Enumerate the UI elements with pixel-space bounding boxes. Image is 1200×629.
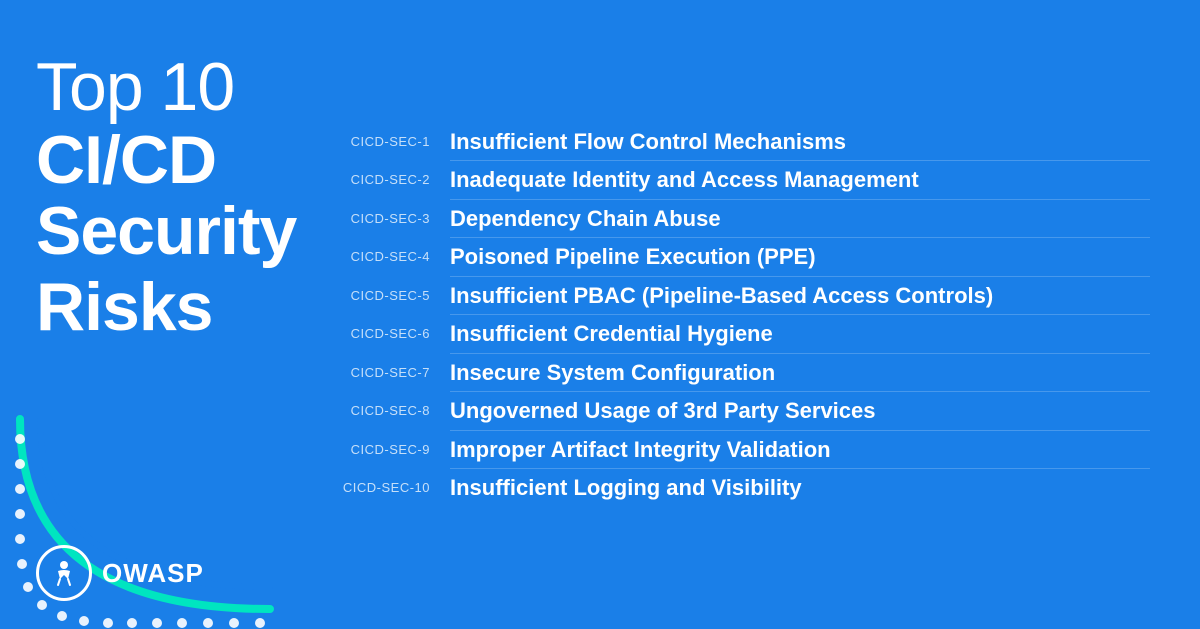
right-panel: CICD-SEC-1 Insufficient Flow Control Mech… xyxy=(310,0,1200,629)
risk-name: Ungoverned Usage of 3rd Party Services xyxy=(450,397,876,425)
risk-name: Insufficient Logging and Visibility xyxy=(450,474,802,502)
risk-item: CICD-SEC-8 Ungoverned Usage of 3rd Party … xyxy=(330,392,1150,430)
risk-code: CICD-SEC-10 xyxy=(330,480,430,495)
risk-name: Dependency Chain Abuse xyxy=(450,205,721,233)
risk-code: CICD-SEC-4 xyxy=(330,249,430,264)
risk-name: Poisoned Pipeline Execution (PPE) xyxy=(450,243,816,271)
risk-name: Insufficient Credential Hygiene xyxy=(450,320,773,348)
risk-code: CICD-SEC-6 xyxy=(330,326,430,341)
risk-item: CICD-SEC-1 Insufficient Flow Control Mech… xyxy=(330,123,1150,161)
risk-code: CICD-SEC-2 xyxy=(330,172,430,187)
main-container: Top 10 CI/CD Security Risks xyxy=(0,0,1200,629)
risk-name: Insufficient PBAC (Pipeline-Based Access… xyxy=(450,282,993,310)
left-panel: Top 10 CI/CD Security Risks xyxy=(0,0,310,629)
risk-code: CICD-SEC-5 xyxy=(330,288,430,303)
risk-item: CICD-SEC-2 Inadequate Identity and Access… xyxy=(330,161,1150,199)
owasp-logo: OWASP xyxy=(36,545,204,601)
risk-code: CICD-SEC-9 xyxy=(330,442,430,457)
risk-code: CICD-SEC-8 xyxy=(330,403,430,418)
risk-code: CICD-SEC-1 xyxy=(330,134,430,149)
risk-item: CICD-SEC-4 Poisoned Pipeline Execution (P… xyxy=(330,238,1150,276)
title-top: Top 10 xyxy=(36,50,280,125)
risk-item: CICD-SEC-5 Insufficient PBAC (Pipeline-Ba… xyxy=(330,277,1150,315)
risk-name: Inadequate Identity and Access Managemen… xyxy=(450,166,919,194)
title-middle: CI/CD xyxy=(36,125,280,196)
risk-code: CICD-SEC-7 xyxy=(330,365,430,380)
risk-item: CICD-SEC-6 Insufficient Credential Hygien… xyxy=(330,315,1150,353)
owasp-circle-icon xyxy=(36,545,92,601)
title-bottom: Security xyxy=(36,196,280,267)
risk-code: CICD-SEC-3 xyxy=(330,211,430,226)
risk-name: Insecure System Configuration xyxy=(450,359,775,387)
risk-item: CICD-SEC-10 Insufficient Logging and Visi… xyxy=(330,469,1150,507)
risk-item: CICD-SEC-7 Insecure System Configuration xyxy=(330,354,1150,392)
title-risks: Risks xyxy=(36,272,280,343)
risk-item: CICD-SEC-3 Dependency Chain Abuse xyxy=(330,200,1150,238)
risk-name: Insufficient Flow Control Mechanisms xyxy=(450,128,846,156)
owasp-label: OWASP xyxy=(102,558,204,589)
risk-name: Improper Artifact Integrity Validation xyxy=(450,436,831,464)
risk-item: CICD-SEC-9 Improper Artifact Integrity Va… xyxy=(330,431,1150,469)
title-block: Top 10 CI/CD Security Risks xyxy=(36,50,280,343)
